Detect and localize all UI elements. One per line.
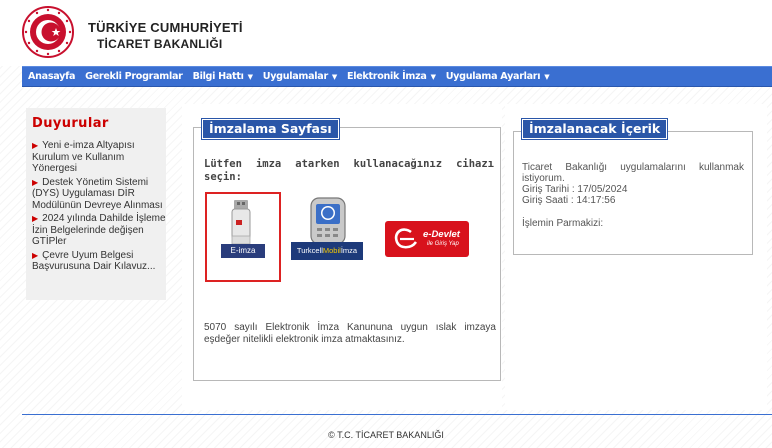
announcement-item[interactable]: ▶ Çevre Uyum Belgesi Başvurusuna Dair Kıl… xyxy=(32,250,166,273)
announcements-list: ▶ Yeni e-imza Altyapısı Kurulum ve Kullan… xyxy=(32,140,166,275)
e-devlet-logo-icon xyxy=(394,228,418,249)
e-imza-option[interactable]: E-imza xyxy=(205,192,281,282)
e-devlet-option[interactable]: e-Devlet ile Giriş Yap xyxy=(385,221,469,257)
chevron-down-icon: ▼ xyxy=(430,73,436,81)
law-notice: 5070 sayılı Elektronik İmza Kanununa uyg… xyxy=(204,322,496,345)
e-devlet-label: e-Devlet xyxy=(423,229,460,240)
main-navigation: Anasayfa Gerekli Programlar Bilgi Hattı ▼… xyxy=(22,66,772,87)
announcement-item[interactable]: ▶ 2024 yılında Dahilde İşleme İzin Belgel… xyxy=(32,213,166,248)
ministry-name-line1: TÜRKİYE CUMHURİYETİ xyxy=(88,20,243,35)
chevron-down-icon: ▼ xyxy=(331,73,337,81)
announcements-title: Duyurular xyxy=(32,116,109,131)
signing-title: İmzalama Sayfası xyxy=(201,118,340,140)
site-header: TÜRKİYE CUMHURİYETİ TİCARET BAKANLIĞI xyxy=(0,0,772,66)
nav-item-gerekli-programlar[interactable]: Gerekli Programlar xyxy=(85,71,183,82)
bullet-arrow-icon: ▶ xyxy=(32,250,39,260)
content-intro: Ticaret Bakanlığı uygulamalarını kullanm… xyxy=(522,162,744,184)
device-prompt: Lütfen imza atarken kullanacağınız cihaz… xyxy=(204,158,494,183)
footer-divider xyxy=(22,414,772,415)
nav-item-elektronik-imza[interactable]: Elektronik İmza ▼ xyxy=(347,71,436,82)
bullet-arrow-icon: ▶ xyxy=(32,177,39,187)
ministry-name-line2: TİCARET BAKANLIĞI xyxy=(97,37,223,51)
ministry-name: TÜRKİYE CUMHURİYETİ TİCARET BAKANLIĞI xyxy=(88,20,243,52)
announcement-item[interactable]: ▶ Destek Yönetim Sistemi (DYS) Uygulaması… xyxy=(32,177,166,212)
login-date: Giriş Tarihi : 17/05/2024 xyxy=(522,184,628,195)
turkcell-label: TurkcellMobilİmza xyxy=(296,246,358,255)
footer-copyright: © T.C. TİCARET BAKANLIĞI xyxy=(328,430,444,440)
chevron-down-icon: ▼ xyxy=(544,73,550,81)
login-time: Giriş Saati : 14:17:56 xyxy=(522,195,616,206)
fingerprint-label: İşlemin Parmakizi: xyxy=(522,218,604,229)
bullet-arrow-icon: ▶ xyxy=(32,214,39,223)
announcement-item[interactable]: ▶ Yeni e-imza Altyapısı Kurulum ve Kullan… xyxy=(32,140,166,175)
usb-token-icon xyxy=(221,200,265,258)
content-text: Ticaret Bakanlığı uygulamalarını kullanm… xyxy=(522,162,744,229)
nav-item-uygulama-ayarlari[interactable]: Uygulama Ayarları ▼ xyxy=(446,71,550,82)
ministry-logo-icon[interactable] xyxy=(22,6,74,58)
e-imza-label: E-imza xyxy=(230,246,256,255)
e-devlet-sublabel: ile Giriş Yap xyxy=(427,241,459,247)
content-title: İmzalanacak İçerik xyxy=(520,118,669,140)
nav-item-uygulamalar[interactable]: Uygulamalar ▼ xyxy=(263,71,338,82)
announcements-panel: Duyurular ▶ Yeni e-imza Altyapısı Kurulum… xyxy=(26,108,166,300)
turkcell-mobil-imza-option[interactable]: TurkcellMobilİmza xyxy=(289,196,365,262)
nav-item-bilgi-hatti[interactable]: Bilgi Hattı ▼ xyxy=(193,71,253,82)
nav-item-anasayfa[interactable]: Anasayfa xyxy=(28,71,75,82)
chevron-down-icon: ▼ xyxy=(247,73,253,81)
bullet-arrow-icon: ▶ xyxy=(32,141,39,150)
